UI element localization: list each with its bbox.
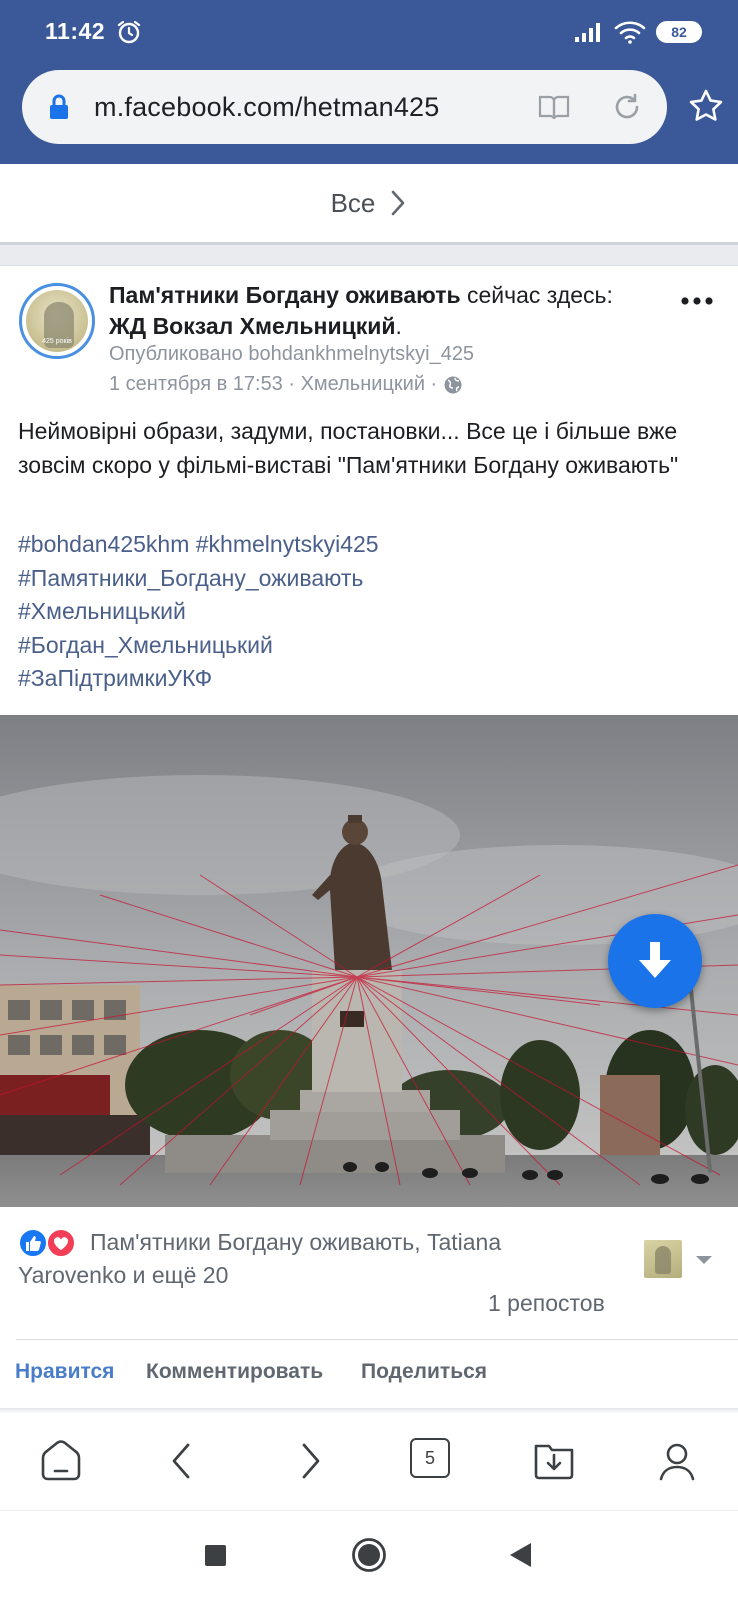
hashtag-link[interactable]: #ЗаПідтримкиУКФ: [18, 662, 718, 696]
hashtag-link[interactable]: #Богдан_Хмельницький: [18, 629, 718, 663]
post-card: 425 років Пам'ятники Богдану оживають се…: [0, 266, 738, 1408]
page-thumbnail[interactable]: [644, 1240, 682, 1278]
bookmark-star-icon[interactable]: [688, 88, 724, 124]
hashtag-link[interactable]: #Хмельницький: [18, 595, 718, 629]
url-text[interactable]: m.facebook.com/hetman425: [94, 92, 440, 123]
post-date[interactable]: 1 сентября в 17:53 · Хмельницкий ·: [109, 373, 437, 396]
signal-icon: [575, 23, 600, 42]
lock-icon: [50, 94, 68, 119]
system-back-icon[interactable]: [502, 1535, 542, 1575]
profile-icon[interactable]: [654, 1438, 700, 1484]
browser-toolbar: 5: [0, 1414, 738, 1510]
avatar[interactable]: 425 років: [19, 283, 95, 359]
avatar-text: 425 років: [42, 338, 72, 345]
like-button[interactable]: Нравится: [15, 1360, 114, 1384]
caret-down-icon[interactable]: [694, 1254, 714, 1266]
wifi-icon: [614, 21, 646, 44]
post-header: Пам'ятники Богдану оживають сейчас здесь…: [109, 280, 649, 342]
reactions-text[interactable]: Пам'ятники Богдану оживають, Tatiana Yar…: [18, 1226, 608, 1292]
browser-top-bar: 11:42 82 m.facebook.com/hetman425: [0, 0, 738, 164]
address-bar[interactable]: m.facebook.com/hetman425: [22, 70, 667, 144]
status-time: 11:42: [45, 18, 106, 44]
tabs-icon[interactable]: 5: [410, 1438, 450, 1478]
love-reaction-icon: [46, 1228, 76, 1258]
globe-icon: [444, 376, 462, 393]
like-reaction-icon: [18, 1228, 48, 1258]
shares-count[interactable]: 1 репостов: [488, 1290, 605, 1317]
home-circle-icon[interactable]: [349, 1535, 389, 1575]
alarm-icon: [117, 20, 141, 44]
status-icons: 82: [574, 18, 702, 46]
post-actions: Нравится Комментировать Поделиться: [0, 1340, 738, 1406]
battery-icon: 82: [656, 21, 702, 43]
recents-icon[interactable]: [195, 1535, 235, 1575]
post-date-line: 1 сентября в 17:53 · Хмельницкий ·: [109, 373, 463, 396]
downloads-icon[interactable]: [531, 1438, 577, 1484]
download-arrow-icon: [639, 942, 671, 978]
back-icon[interactable]: [160, 1438, 206, 1484]
comment-button[interactable]: Комментировать: [146, 1360, 323, 1384]
system-navigation-bar: [0, 1510, 738, 1599]
see-all-label[interactable]: Все: [331, 188, 376, 219]
home-icon[interactable]: [38, 1438, 84, 1484]
hashtag-link[interactable]: #Памятники_Богдану_оживають: [18, 562, 718, 596]
reader-mode-icon[interactable]: [537, 92, 571, 122]
post-text: Неймовірні образи, задуми, постановки...…: [18, 418, 679, 478]
place-link[interactable]: ЖД Вокзал Хмельницкий: [109, 313, 396, 339]
published-by: Опубликовано bohdankhmelnytskyi_425: [109, 343, 475, 365]
reload-icon[interactable]: [612, 92, 642, 122]
status-bar: 11:42 82: [0, 0, 738, 64]
feed-separator: [0, 242, 738, 266]
see-all-link[interactable]: Все: [0, 164, 738, 242]
share-button[interactable]: Поделиться: [361, 1360, 487, 1384]
hashtags: #bohdan425khm #khmelnytskyi425 #Памятник…: [18, 528, 718, 696]
chevron-right-icon: [392, 190, 405, 216]
checkin-prefix: сейчас здесь:: [467, 282, 613, 308]
download-button[interactable]: [608, 914, 702, 1008]
place-suffix: .: [395, 313, 402, 339]
more-options-icon[interactable]: [680, 296, 714, 306]
forward-icon[interactable]: [286, 1438, 332, 1484]
page-name-link[interactable]: Пам'ятники Богдану оживають: [109, 282, 461, 308]
hashtag-link[interactable]: #khmelnytskyi425: [196, 531, 379, 557]
hashtag-link[interactable]: #bohdan425khm: [18, 531, 189, 557]
